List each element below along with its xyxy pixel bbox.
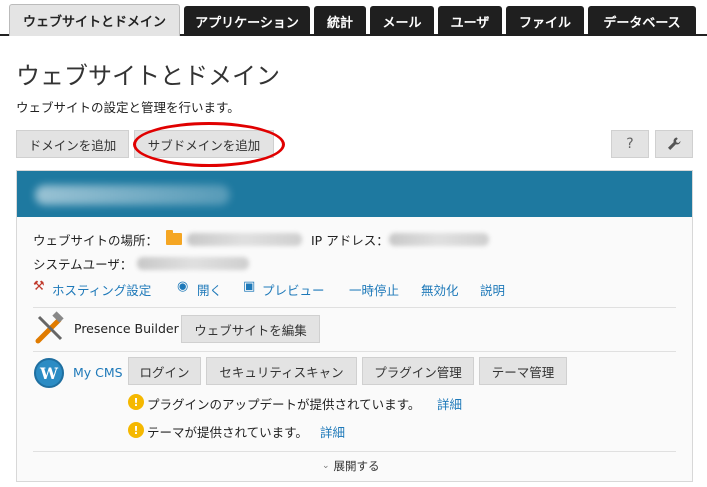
- tab-files[interactable]: ファイル: [506, 6, 584, 36]
- edit-website-button[interactable]: ウェブサイトを編集: [181, 315, 320, 343]
- theme-management-button[interactable]: テーマ管理: [479, 357, 567, 385]
- plugin-update-notice: プラグインのアップデートが提供されています。: [147, 397, 421, 412]
- ip-address-redacted: [389, 233, 489, 246]
- ip-address-label: IP アドレス：: [311, 233, 389, 248]
- domain-panel: ウェブサイトの場所： IP アドレス： システムユーザ： ⚒ ホスティング設定 …: [16, 170, 693, 482]
- domain-header[interactable]: [17, 171, 692, 217]
- tab-users[interactable]: ユーザ: [438, 6, 502, 36]
- open-link[interactable]: 開く: [197, 280, 222, 299]
- system-user-label: システムユーザ：: [33, 257, 133, 272]
- folder-icon: [166, 230, 182, 245]
- add-subdomain-button[interactable]: サブドメインを追加: [134, 130, 274, 158]
- theme-details-link[interactable]: 詳細: [320, 422, 345, 441]
- expand-toggle[interactable]: ⌄ 展開する: [322, 458, 380, 474]
- system-user-redacted: [137, 257, 249, 270]
- warning-icon: !: [128, 422, 144, 438]
- help-button[interactable]: ?: [611, 130, 649, 158]
- divider: [33, 307, 676, 308]
- add-domain-button[interactable]: ドメインを追加: [16, 130, 129, 158]
- preview-eye-icon: ▣: [243, 279, 256, 294]
- expand-label: 展開する: [333, 459, 380, 473]
- open-globe-icon: ◉: [177, 279, 189, 294]
- plugin-update-details-link[interactable]: 詳細: [437, 394, 462, 413]
- preview-link[interactable]: プレビュー: [262, 280, 325, 299]
- warning-icon: !: [128, 394, 144, 410]
- login-button[interactable]: ログイン: [128, 357, 201, 385]
- hosting-settings-link[interactable]: ホスティング設定: [52, 280, 151, 299]
- tab-applications[interactable]: アプリケーション: [184, 6, 310, 36]
- domain-name-redacted: [35, 185, 230, 205]
- top-navigation: ウェブサイトとドメイン アプリケーション 統計 メール ユーザ ファイル データ…: [0, 0, 707, 36]
- page-title: ウェブサイトとドメイン: [16, 62, 280, 90]
- tab-statistics[interactable]: 統計: [314, 6, 366, 36]
- tab-databases[interactable]: データベース: [588, 6, 696, 36]
- tab-mail[interactable]: メール: [370, 6, 434, 36]
- website-location-label: ウェブサイトの場所：: [33, 233, 159, 248]
- plugin-management-button[interactable]: プラグイン管理: [362, 357, 474, 385]
- divider: [33, 451, 676, 452]
- disable-link[interactable]: 無効化: [421, 280, 459, 299]
- divider: [33, 351, 676, 352]
- settings-button[interactable]: [655, 130, 693, 158]
- hosting-settings-icon: ⚒: [33, 279, 45, 294]
- tab-websites-domains[interactable]: ウェブサイトとドメイン: [9, 4, 180, 36]
- page-description: ウェブサイトの設定と管理を行います。: [16, 100, 240, 115]
- security-scan-button[interactable]: セキュリティスキャン: [206, 357, 357, 385]
- wrench-icon: [668, 137, 681, 150]
- website-location-redacted: [187, 233, 302, 246]
- chevron-down-icon: ⌄: [322, 461, 330, 471]
- description-link[interactable]: 説明: [480, 280, 505, 299]
- presence-builder-label: Presence Builder: [74, 321, 179, 336]
- suspend-link[interactable]: 一時停止: [349, 280, 399, 299]
- my-cms-link[interactable]: My CMS: [73, 365, 123, 380]
- wordpress-icon: W: [34, 358, 64, 388]
- presence-builder-tools-icon: [35, 311, 64, 344]
- theme-notice: テーマが提供されています。: [147, 425, 308, 440]
